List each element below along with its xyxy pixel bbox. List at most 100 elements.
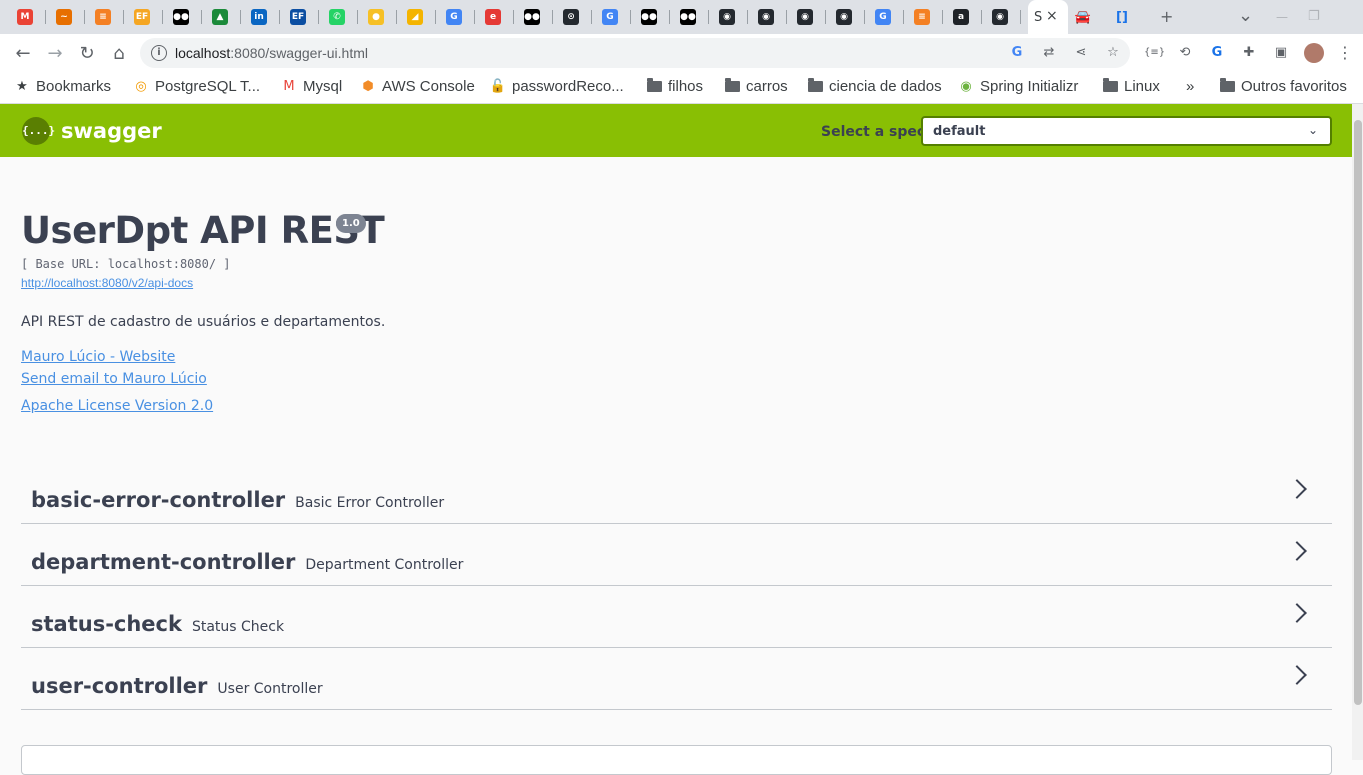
extensions-puzzle-icon[interactable]: ✚	[1240, 44, 1258, 62]
select-spec-label: Select a spec	[821, 124, 926, 140]
browser-tab[interactable]: ~	[51, 6, 77, 28]
browser-tab[interactable]: ●●	[636, 6, 662, 28]
profile-avatar[interactable]	[1304, 43, 1324, 63]
controller-basic-error-controller[interactable]: basic-error-controller Basic Error Contro…	[21, 462, 1332, 524]
bookmark-4[interactable]: 🔓 passwordReco...	[490, 78, 624, 95]
bookmark-9[interactable]: Linux	[1103, 78, 1160, 95]
browser-tab[interactable]: ◉	[792, 6, 818, 28]
scrollbar-thumb[interactable]	[1354, 120, 1362, 705]
browser-tab[interactable]: ≡	[909, 6, 935, 28]
chevron-right-icon[interactable]	[1287, 479, 1307, 499]
browser-tab[interactable]: 🚘	[1070, 6, 1096, 28]
side-panel-icon[interactable]: ▣	[1272, 44, 1290, 62]
browser-tab[interactable]: ◉	[987, 6, 1013, 28]
models-section[interactable]	[21, 745, 1332, 775]
chevron-right-icon[interactable]	[1287, 541, 1307, 561]
address-bar[interactable]: i localhost:8080/swagger-ui.html G ⇄ ⋖ ☆	[140, 38, 1130, 68]
browser-tab[interactable]: ✆	[324, 6, 350, 28]
bookmark-7[interactable]: ciencia de dados	[808, 78, 942, 95]
browser-tab[interactable]: a	[948, 6, 974, 28]
active-tab-title: S	[1034, 10, 1043, 25]
controller-user-controller[interactable]: user-controller User Controller	[21, 648, 1332, 710]
api-docs-link[interactable]: http://localhost:8080/v2/api-docs	[21, 276, 193, 290]
bookmark-11[interactable]: Outros favoritos	[1220, 78, 1347, 95]
browser-tab[interactable]: G	[441, 6, 467, 28]
new-tab-button[interactable]: +	[1160, 7, 1173, 26]
app-a-icon: a	[953, 9, 969, 25]
bookmark-5[interactable]: filhos	[647, 78, 703, 95]
github-icon: ◉	[758, 9, 774, 25]
reload-icon[interactable]: ↻	[76, 42, 98, 64]
bookmarks-bar: ★ Bookmarks ◎ PostgreSQL T... M Mysql ⬢ AWS Con…	[0, 72, 1363, 104]
controller-title: department-controller Department Controll…	[31, 550, 463, 574]
controller-department-controller[interactable]: department-controller Department Controll…	[21, 524, 1332, 586]
controller-description: User Controller	[217, 681, 323, 697]
browser-tab[interactable]: ●●	[168, 6, 194, 28]
browser-tab[interactable]: EF	[129, 6, 155, 28]
share-icon[interactable]: ⋖	[1072, 44, 1090, 62]
folder-icon	[1103, 78, 1118, 92]
restore-button[interactable]: ❐	[1308, 9, 1320, 24]
bookmark-6[interactable]: carros	[725, 78, 788, 95]
google-lens-icon[interactable]: G	[1008, 44, 1026, 62]
chevron-right-icon[interactable]	[1287, 665, 1307, 685]
browser-tab[interactable]: ●●	[675, 6, 701, 28]
home-icon[interactable]: ⌂	[108, 42, 130, 64]
minimize-button[interactable]: —	[1276, 10, 1288, 24]
swagger-logo-icon[interactable]: {...}	[22, 117, 55, 145]
browser-tab[interactable]: ●	[363, 6, 389, 28]
active-tab[interactable]: S ×	[1028, 0, 1068, 34]
swagger-brand[interactable]: swagger	[61, 119, 162, 143]
browser-tab[interactable]: G	[870, 6, 896, 28]
browser-tab[interactable]: in	[246, 6, 272, 28]
browser-tab[interactable]: []	[1109, 6, 1135, 28]
java-icon: ~	[56, 9, 72, 25]
bookmark-1[interactable]: ◎ PostgreSQL T...	[133, 78, 260, 95]
browser-tab[interactable]: ⊙	[558, 6, 584, 28]
bracket-app-icon: []	[1116, 9, 1128, 25]
back-arrow-icon[interactable]: ←	[12, 42, 34, 64]
bookmark-star-icon[interactable]: ☆	[1104, 44, 1122, 62]
bookmark-2[interactable]: M Mysql	[281, 78, 342, 95]
controller-description: Status Check	[191, 619, 285, 635]
bookmark-0[interactable]: ★ Bookmarks	[14, 78, 111, 95]
spec-select[interactable]: default ⌄	[921, 116, 1332, 146]
tab-separator	[591, 10, 592, 24]
site-info-icon[interactable]: i	[151, 45, 167, 61]
translate-icon[interactable]: ⇄	[1040, 44, 1058, 62]
browser-tab[interactable]: ◉	[714, 6, 740, 28]
bookmark-3[interactable]: ⬢ AWS Console	[360, 78, 475, 95]
bookmark-label: Linux	[1124, 78, 1160, 95]
browser-tab[interactable]: ▲	[207, 6, 233, 28]
browser-tab[interactable]: EF	[285, 6, 311, 28]
menu-kebab-icon[interactable]: ⋮	[1336, 44, 1354, 62]
website-link[interactable]: Mauro Lúcio - Website	[21, 349, 175, 365]
tab-separator	[162, 10, 163, 24]
tab-separator	[474, 10, 475, 24]
google-translate-extension-icon[interactable]: G	[1208, 44, 1226, 62]
license-link[interactable]: Apache License Version 2.0	[21, 398, 213, 414]
url-text[interactable]: localhost:8080/swagger-ui.html	[175, 45, 368, 61]
bookmark-label: AWS Console	[382, 78, 475, 95]
browser-tab[interactable]: ●●	[519, 6, 545, 28]
chevron-right-icon[interactable]	[1287, 603, 1307, 623]
tab-separator	[708, 10, 709, 24]
browser-tab[interactable]: ≡	[90, 6, 116, 28]
email-link[interactable]: Send email to Mauro Lúcio	[21, 371, 207, 387]
bookmark-10[interactable]: »	[1186, 78, 1194, 95]
browser-tab[interactable]: ◉	[831, 6, 857, 28]
browser-tab[interactable]: G	[597, 6, 623, 28]
forward-arrow-icon[interactable]: →	[44, 42, 66, 64]
browser-tab[interactable]: M	[12, 6, 38, 28]
json-viewer-extension-icon[interactable]: {≡}	[1144, 44, 1165, 62]
browser-tab[interactable]: e	[480, 6, 506, 28]
tab-list-chevron-icon[interactable]: ⌄	[1238, 5, 1253, 26]
tab-separator	[942, 10, 943, 24]
browser-tab[interactable]: ◢	[402, 6, 428, 28]
browser-tab[interactable]: ◉	[753, 6, 779, 28]
lock-icon: 🔓	[489, 79, 507, 94]
close-tab-icon[interactable]: ×	[1046, 8, 1058, 24]
bookmark-8[interactable]: ◉ Spring Initializr	[958, 78, 1078, 95]
controller-status-check[interactable]: status-check Status Check	[21, 586, 1332, 648]
history-extension-icon[interactable]: ⟲	[1176, 44, 1194, 62]
